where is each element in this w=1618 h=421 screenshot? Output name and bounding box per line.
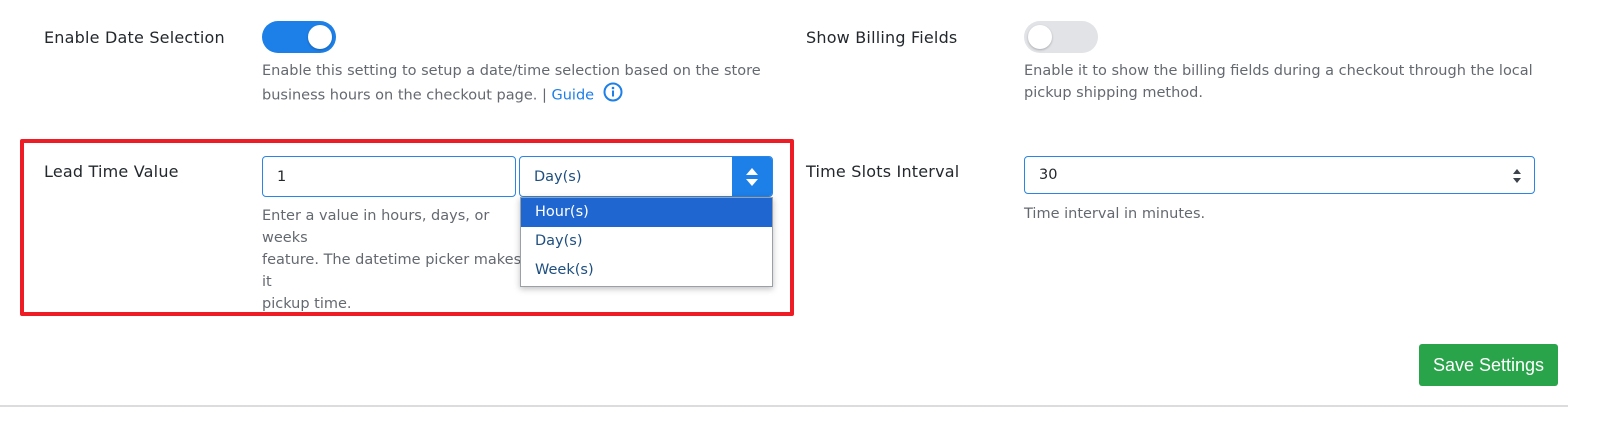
lead-time-value-input[interactable]: 1: [262, 156, 516, 197]
dropdown-option-hours[interactable]: Hour(s): [521, 198, 772, 227]
toggle-knob: [308, 25, 332, 49]
billing-fields-toggle[interactable]: [1024, 21, 1098, 53]
guide-link[interactable]: Guide: [551, 88, 594, 104]
lead-time-desc-line1: Enter a value in hours, days, or weeks: [262, 208, 490, 246]
date-selection-desc-line2: business hours on the checkout page. |: [262, 87, 547, 104]
billing-fields-label: Show Billing Fields: [806, 28, 958, 47]
lead-time-unit-select[interactable]: Day(s): [519, 156, 773, 197]
toggle-knob: [1028, 25, 1052, 49]
lead-time-description: Enter a value in hours, days, or weeks f…: [262, 205, 522, 315]
time-slots-description: Time interval in minutes.: [1024, 206, 1206, 222]
time-slots-interval-input[interactable]: 30: [1024, 156, 1535, 194]
time-slots-label: Time Slots Interval: [806, 162, 960, 181]
lead-time-value-text: 1: [277, 168, 287, 185]
time-slots-value-text: 30: [1039, 167, 1058, 183]
lead-time-label: Lead Time Value: [44, 162, 179, 181]
date-selection-toggle[interactable]: [262, 21, 336, 53]
select-arrows-icon[interactable]: [732, 157, 772, 196]
lead-time-desc-line3: pickup time.: [262, 296, 352, 312]
number-spinner-icon[interactable]: [1512, 167, 1522, 185]
date-selection-desc-line1: Enable this setting to setup a date/time…: [262, 63, 761, 79]
billing-fields-description: Enable it to show the billing fields dur…: [1024, 60, 1564, 104]
dropdown-option-days[interactable]: Day(s): [521, 227, 772, 256]
date-selection-description: Enable this setting to setup a date/time…: [262, 60, 762, 109]
billing-desc-line2: pickup shipping method.: [1024, 85, 1203, 101]
bottom-divider: [0, 405, 1568, 407]
lead-time-unit-selected: Day(s): [534, 168, 582, 185]
info-circle-icon[interactable]: [603, 82, 623, 109]
save-settings-button[interactable]: Save Settings: [1419, 344, 1558, 386]
dropdown-option-weeks[interactable]: Week(s): [521, 256, 772, 285]
lead-time-desc-line2: feature. The datetime picker makes it: [262, 252, 522, 290]
billing-desc-line1: Enable it to show the billing fields dur…: [1024, 63, 1533, 79]
lead-time-unit-dropdown: Hour(s) Day(s) Week(s): [520, 197, 773, 287]
date-selection-label: Enable Date Selection: [44, 28, 225, 47]
